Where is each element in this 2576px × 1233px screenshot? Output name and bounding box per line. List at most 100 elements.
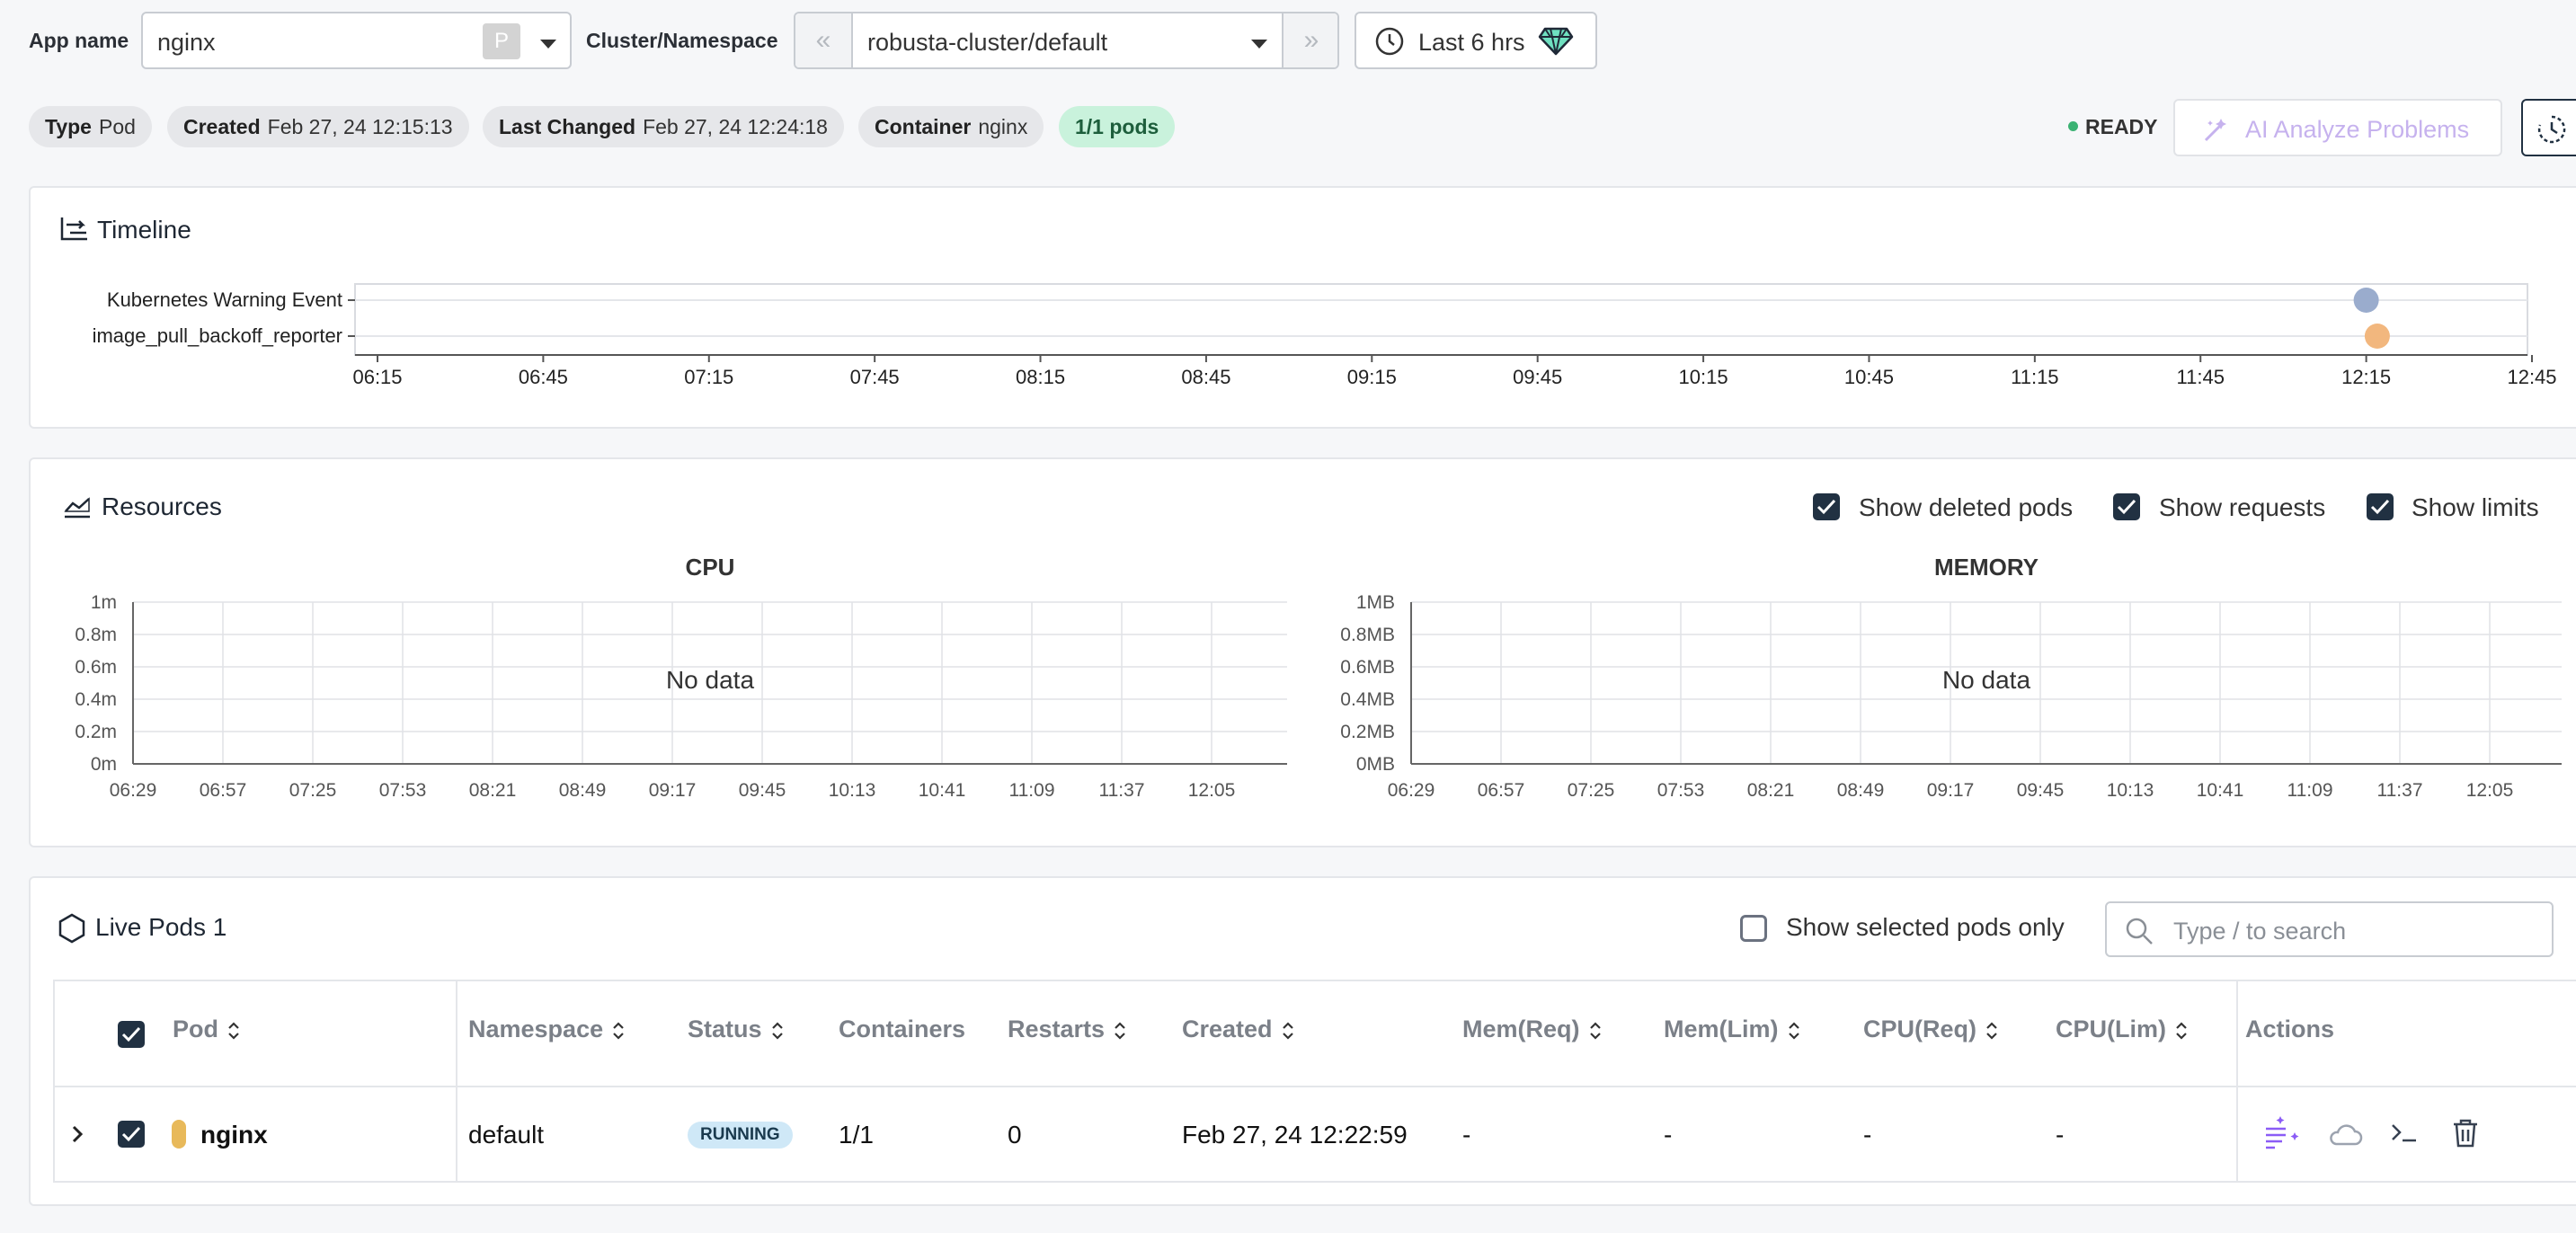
type-pill: Type Pod — [29, 106, 152, 147]
cloud-icon[interactable] — [2327, 1122, 2363, 1151]
magic-wand-icon — [2202, 115, 2231, 148]
y-tick-label: 0.6MB — [1340, 657, 1395, 678]
timeline-event-marker — [2353, 288, 2379, 313]
ai-logs-icon[interactable] — [2262, 1114, 2302, 1155]
ready-status-dot — [2068, 121, 2078, 131]
column-header-status[interactable]: Status — [688, 1016, 784, 1043]
row-checkbox[interactable] — [118, 1121, 145, 1148]
column-divider — [2236, 980, 2238, 1183]
live-pods-title: Live Pods 1 — [95, 913, 227, 941]
x-tick-label: 12:05 — [1188, 780, 1236, 801]
sort-icon — [771, 1022, 783, 1040]
y-tick-label: 0.6m — [75, 657, 117, 678]
chevron-down-icon[interactable] — [1251, 37, 1267, 53]
sort-icon — [613, 1022, 624, 1040]
show-deleted-pods-checkbox[interactable] — [1813, 493, 1840, 520]
pod-name[interactable]: nginx — [200, 1121, 268, 1149]
x-tick-label: 11:09 — [2287, 780, 2333, 801]
x-tick-label: 06:29 — [110, 780, 157, 801]
app-name-value: nginx — [157, 29, 216, 56]
column-header-cpu-req[interactable]: CPU(Req) — [1863, 1016, 1998, 1043]
hexagon-icon — [58, 913, 86, 948]
type-label: Type — [45, 115, 92, 138]
show-requests-checkbox[interactable] — [2113, 493, 2140, 520]
timeline-x-tick-label: 11:45 — [2177, 366, 2225, 388]
show-limits-label: Show limits — [2412, 493, 2539, 521]
x-tick-label: 12:05 — [2466, 780, 2514, 801]
prev-cluster-button[interactable]: « — [795, 13, 853, 67]
column-header-label: Status — [688, 1016, 762, 1042]
next-cluster-button[interactable]: » — [1282, 13, 1337, 67]
column-header-created[interactable]: Created — [1182, 1016, 1294, 1043]
column-header-mem-lim[interactable]: Mem(Lim) — [1664, 1016, 1800, 1043]
select-all-checkbox[interactable] — [118, 1021, 145, 1048]
column-divider — [456, 980, 457, 1183]
y-tick-label: 0MB — [1356, 754, 1395, 775]
created-label: Created — [183, 115, 261, 138]
column-header-actions: Actions — [2245, 1016, 2334, 1043]
column-header-namespace[interactable]: Namespace — [468, 1016, 625, 1043]
time-range-button[interactable]: Last 6 hrs — [1355, 12, 1597, 69]
column-header-pod[interactable]: Pod — [173, 1016, 240, 1043]
no-data-label: No data — [666, 666, 754, 694]
chart-title: MEMORY — [1934, 554, 2039, 581]
x-tick-label: 11:37 — [2377, 780, 2423, 801]
x-tick-label: 07:25 — [1568, 780, 1615, 801]
container-pill: Container nginx — [858, 106, 1044, 147]
column-header-restarts[interactable]: Restarts — [1008, 1016, 1126, 1043]
show-limits-checkbox[interactable] — [2367, 493, 2394, 520]
x-tick-label: 06:57 — [1478, 780, 1525, 801]
status-badge: RUNNING — [688, 1122, 793, 1149]
ai-analyze-button[interactable]: AI Analyze Problems — [2173, 99, 2502, 156]
table-header-divider — [53, 1086, 2576, 1087]
timeline-x-tick-label: 08:15 — [1016, 366, 1065, 388]
column-header-label: Containers — [839, 1016, 966, 1042]
pod-search-input[interactable]: Type / to search — [2105, 901, 2554, 957]
x-tick-label: 10:13 — [829, 780, 876, 801]
cluster-label: Cluster/Namespace — [586, 29, 778, 52]
pod-created: Feb 27, 24 12:22:59 — [1182, 1121, 1408, 1149]
app-name-label: App name — [29, 29, 129, 52]
show-selected-pods-label: Show selected pods only — [1786, 913, 2065, 941]
trash-icon[interactable] — [2452, 1118, 2479, 1153]
y-tick-label: 0.4m — [75, 689, 117, 710]
column-header-label: Mem(Req) — [1462, 1016, 1580, 1042]
x-tick-label: 08:49 — [559, 780, 607, 801]
clock-icon — [1374, 26, 1405, 61]
y-tick-label: 0.8MB — [1340, 625, 1395, 645]
pod-cpu-lim: - — [2056, 1121, 2065, 1149]
app-name-select[interactable]: nginx P — [141, 12, 572, 69]
show-selected-pods-checkbox[interactable] — [1740, 915, 1767, 942]
column-header-mem-req[interactable]: Mem(Req) — [1462, 1016, 1602, 1043]
refresh-toggle-button[interactable] — [2521, 99, 2576, 156]
last-changed-value: Feb 27, 24 12:24:18 — [643, 115, 828, 138]
timeline-x-tick-label: 07:45 — [850, 366, 900, 388]
x-tick-label: 07:53 — [379, 780, 427, 801]
x-tick-label: 06:57 — [200, 780, 247, 801]
cluster-select[interactable]: « robusta-cluster/default » — [794, 12, 1339, 69]
type-value: Pod — [98, 115, 136, 138]
column-header-label: Actions — [2245, 1016, 2335, 1042]
show-deleted-pods-label: Show deleted pods — [1859, 493, 2074, 521]
cpu-chart: CPU 1m 0.8m 0.6m 0.4m 0.2m 0m 06:29 06:57 07:25 07… — [75, 554, 1287, 801]
column-header-label: Mem(Lim) — [1664, 1016, 1779, 1042]
x-tick-label: 07:25 — [289, 780, 337, 801]
timeline-row-label: Kubernetes Warning Event — [107, 288, 342, 311]
sort-icon — [1986, 1022, 1997, 1040]
chevron-down-icon[interactable] — [540, 37, 556, 53]
y-tick-label: 0.8m — [75, 625, 117, 645]
x-tick-label: 10:41 — [919, 780, 966, 801]
timeline-x-tick-label: 12:15 — [2341, 366, 2391, 388]
terminal-icon[interactable] — [2390, 1121, 2419, 1150]
area-chart-icon — [63, 495, 92, 525]
timeline-event-marker — [2364, 324, 2390, 349]
expand-row-icon[interactable] — [71, 1125, 84, 1148]
column-header-cpu-lim[interactable]: CPU(Lim) — [2056, 1016, 2188, 1043]
y-tick-label: 0.2MB — [1340, 722, 1395, 742]
column-header-label: Namespace — [468, 1016, 604, 1042]
timeline-x-tick-label: 12:45 — [2507, 366, 2556, 388]
pod-cpu-req: - — [1863, 1121, 1872, 1149]
pod-restarts: 0 — [1008, 1121, 1022, 1149]
app-badge: P — [483, 23, 520, 59]
column-header-label: CPU(Req) — [1863, 1016, 1976, 1042]
